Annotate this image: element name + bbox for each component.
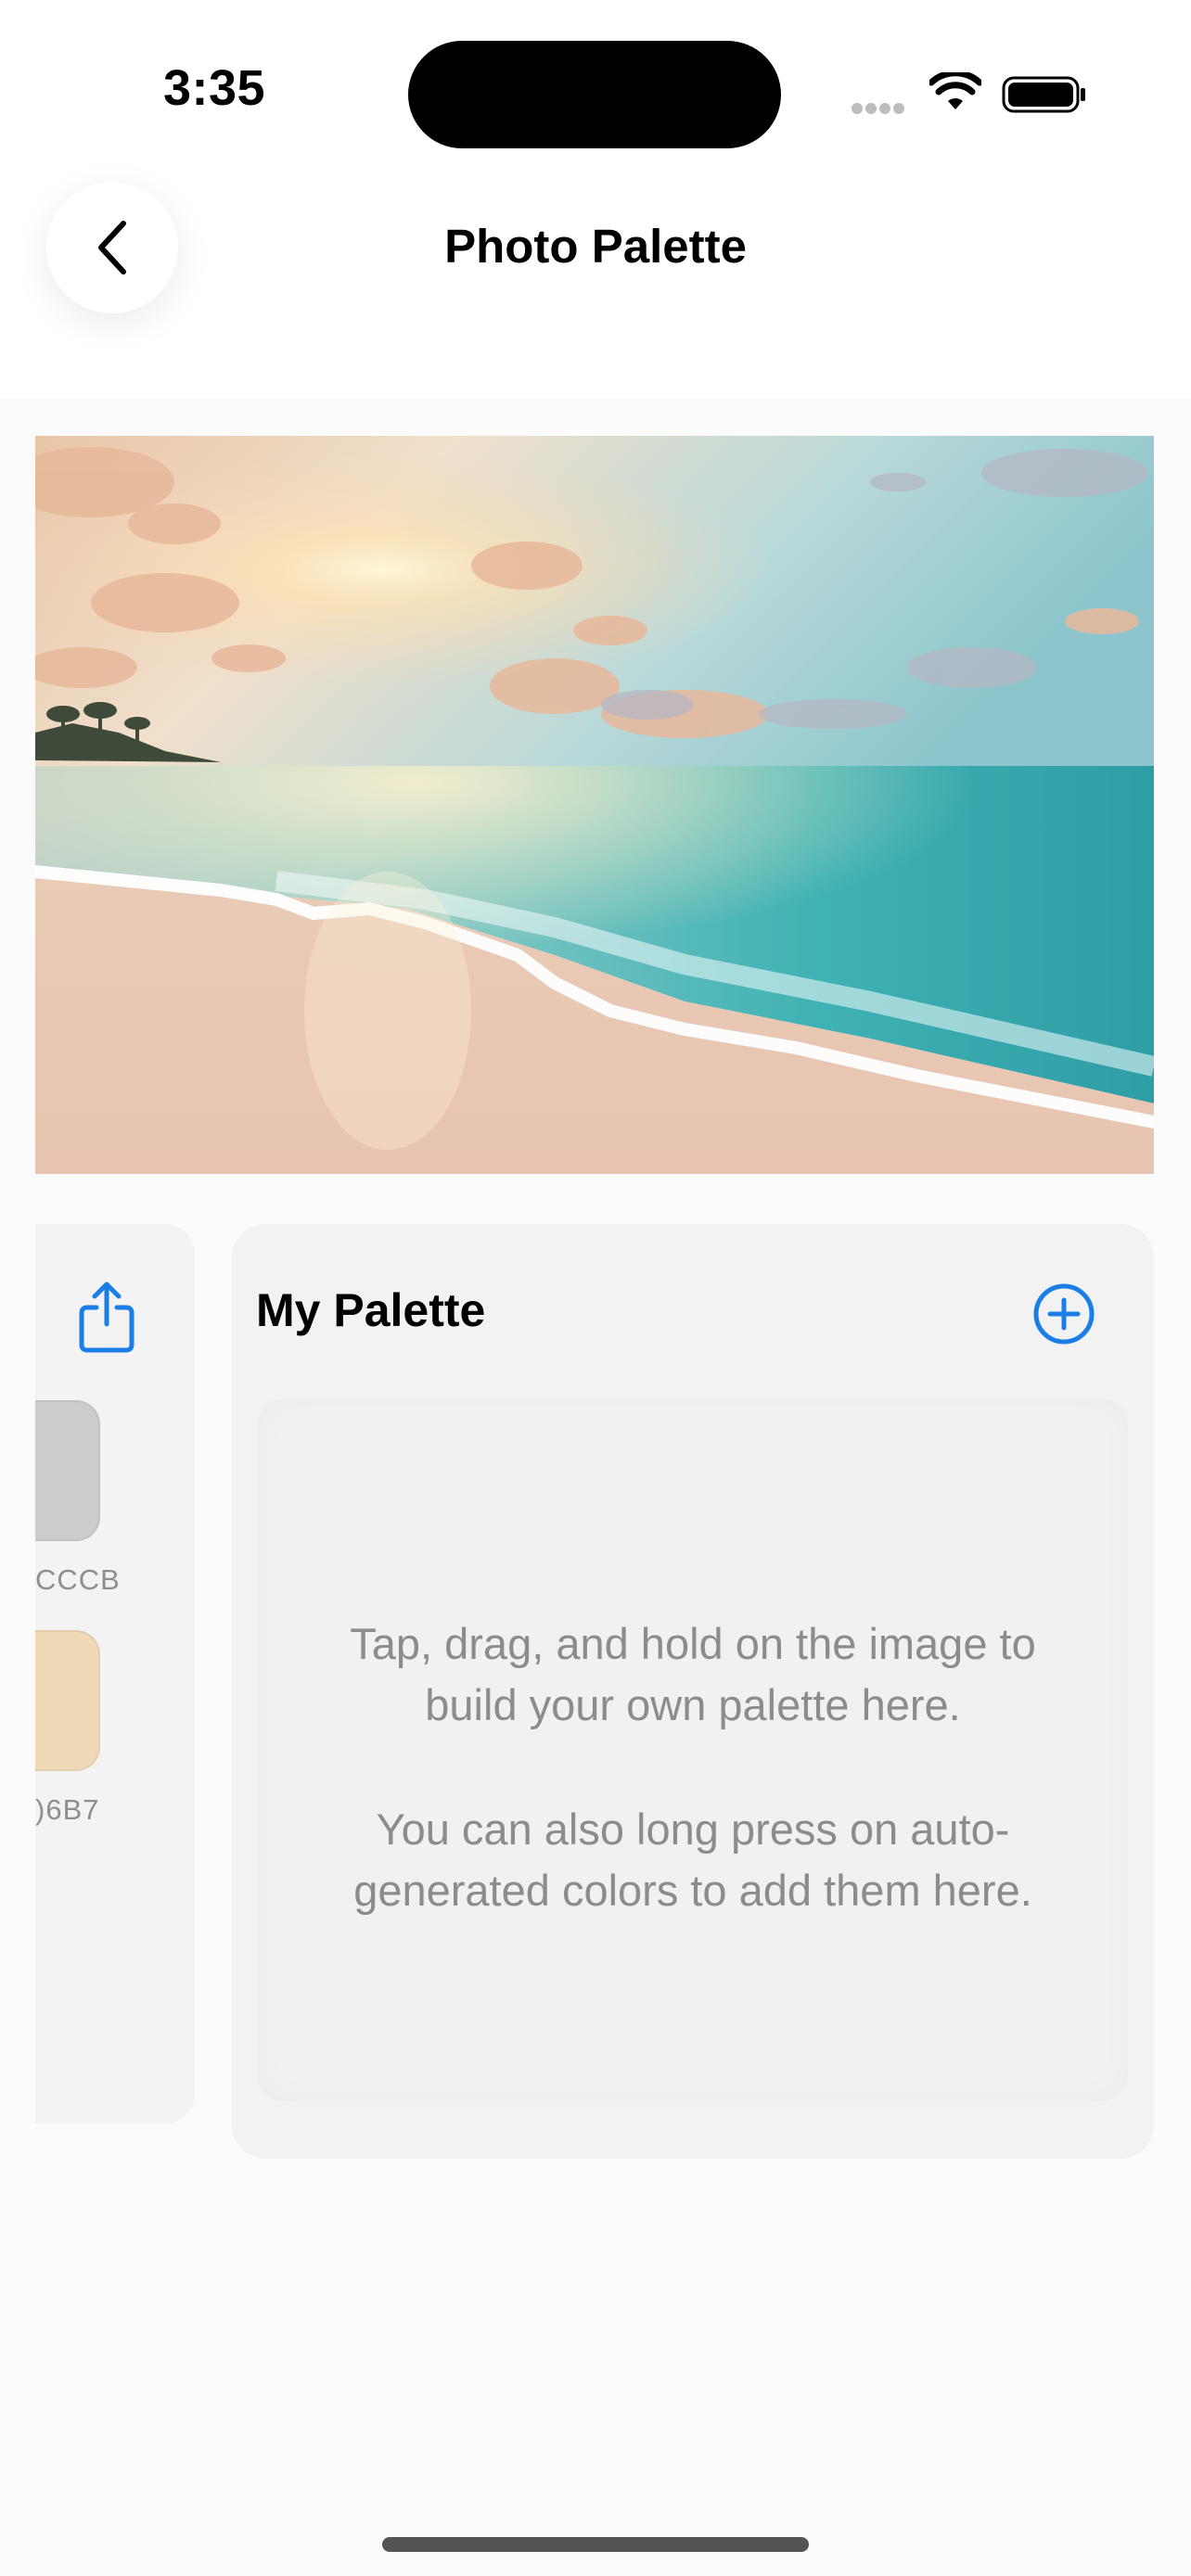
page-title: Photo Palette <box>444 220 747 273</box>
color-swatch[interactable] <box>35 1400 100 1541</box>
swatch-hex-label: CCCB <box>35 1563 121 1596</box>
hint-text: Tap, drag, and hold on the image to buil… <box>350 1619 1036 1729</box>
plus-circle-icon[interactable] <box>1031 1282 1096 1346</box>
auto-palette-card: CCCB )6B7 <box>35 1224 195 2123</box>
my-palette-title: My Palette <box>256 1284 486 1336</box>
signal-icon <box>852 102 915 114</box>
share-icon[interactable] <box>76 1280 137 1354</box>
dynamic-island <box>408 41 781 148</box>
color-swatch[interactable] <box>35 1630 100 1771</box>
status-time: 3:35 <box>163 60 266 116</box>
screen: 3:35 Photo Palette CCCB)6B7 My Palette … <box>0 0 1191 2576</box>
wifi-icon <box>929 72 981 109</box>
beach-sunset-photo[interactable] <box>35 436 1154 1174</box>
palette-drop-area[interactable]: Tap, drag, and hold on the image to buil… <box>258 1398 1128 2101</box>
battery-icon <box>1002 76 1085 113</box>
hint-text: You can also long press on auto-generate… <box>353 1804 1032 1915</box>
my-palette-card: My Palette Tap, drag, and hold on the im… <box>232 1224 1154 2159</box>
home-indicator[interactable] <box>382 2537 809 2552</box>
swatch-hex-label: )6B7 <box>35 1793 100 1826</box>
